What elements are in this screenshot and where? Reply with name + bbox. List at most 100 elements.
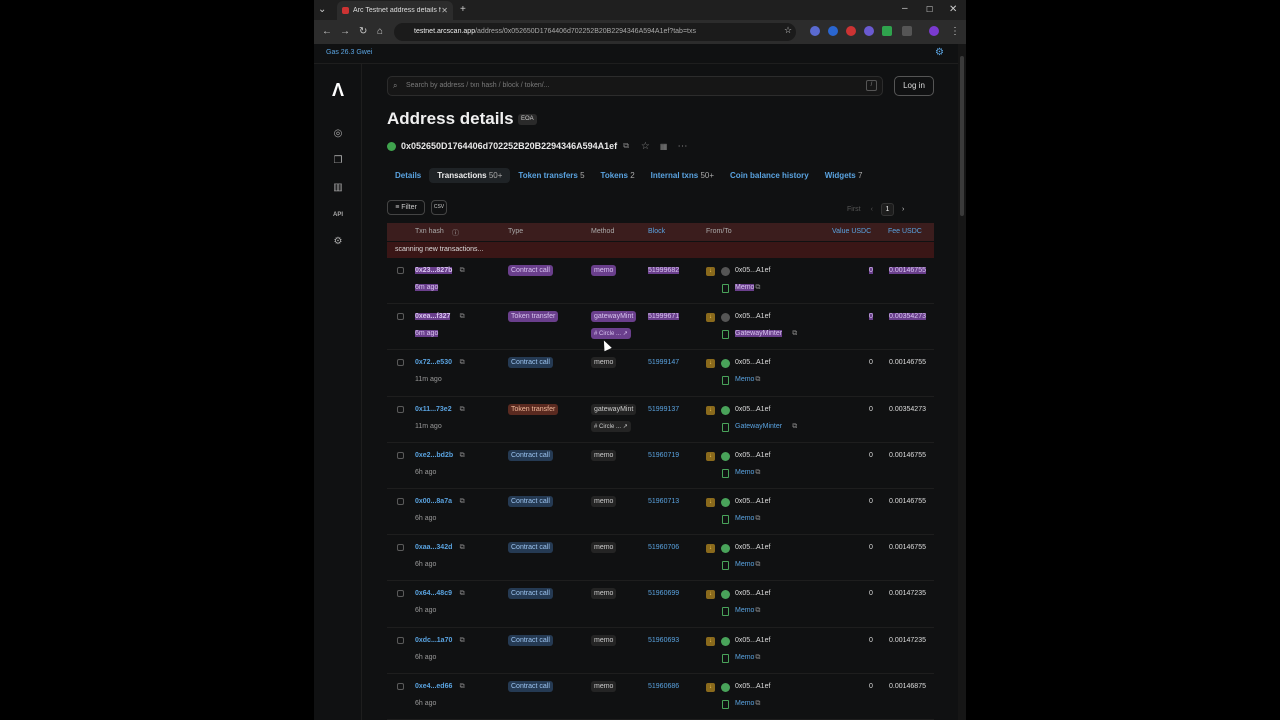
col-block[interactable]: Block: [648, 228, 665, 235]
to-contract-link[interactable]: Memo: [735, 700, 754, 707]
block-link[interactable]: 51960713: [648, 498, 679, 505]
block-link[interactable]: 51960699: [648, 590, 679, 597]
scrollbar[interactable]: [958, 44, 966, 720]
block-link[interactable]: 51960693: [648, 637, 679, 644]
copy-icon[interactable]: ⧉: [460, 267, 465, 275]
watchlist-star-icon[interactable]: ☆: [641, 141, 650, 152]
txn-hash-link[interactable]: 0x11...73e2: [415, 406, 452, 413]
to-contract-link[interactable]: Memo: [735, 469, 754, 476]
extension-icon[interactable]: [828, 26, 838, 36]
txn-hash-link[interactable]: 0xdc...1a70: [415, 637, 452, 644]
tab-search-icon[interactable]: ⌄: [318, 5, 326, 15]
from-address[interactable]: 0x05...A1ef: [735, 498, 770, 505]
from-address[interactable]: 0x05...A1ef: [735, 683, 770, 690]
login-button[interactable]: Log in: [894, 76, 934, 96]
copy-icon[interactable]: ⧉: [460, 683, 465, 691]
extension-icon[interactable]: [864, 26, 874, 36]
home-icon[interactable]: ⌂: [377, 26, 383, 37]
close-window-icon[interactable]: ✕: [949, 5, 957, 15]
to-contract-link[interactable]: GatewayMinter: [735, 423, 782, 430]
token-circle-link[interactable]: # Circle ... ↗: [591, 420, 631, 432]
from-address[interactable]: 0x05...A1ef: [735, 313, 770, 320]
copy-icon[interactable]: ⧉: [755, 515, 760, 523]
current-page[interactable]: 1: [880, 203, 894, 216]
row-checkbox[interactable]: [397, 544, 404, 552]
filter-button[interactable]: ≡ Filter: [387, 200, 425, 215]
txn-hash-link[interactable]: 0x00...8a7a: [415, 498, 452, 505]
txn-hash-link[interactable]: 0x72...e530: [415, 359, 452, 366]
token-circle-link[interactable]: # Circle ... ↗: [591, 328, 631, 340]
charts-icon[interactable]: ▥: [332, 182, 344, 194]
block-link[interactable]: 51960719: [648, 452, 679, 459]
row-checkbox[interactable]: [397, 405, 404, 413]
extension-icon[interactable]: [882, 26, 892, 36]
txn-hash-link[interactable]: 0xe2...bd2b: [415, 452, 453, 459]
col-value[interactable]: Value USDC: [832, 228, 871, 235]
browser-menu-icon[interactable]: ⋮: [950, 26, 960, 37]
col-fee[interactable]: Fee USDC: [888, 228, 922, 235]
more-options-icon[interactable]: ⋯: [677, 141, 687, 152]
copy-icon[interactable]: ⧉: [460, 359, 465, 367]
from-address[interactable]: 0x05...A1ef: [735, 452, 770, 459]
tab-widgets[interactable]: Widgets 7: [817, 168, 871, 183]
first-page-button[interactable]: First: [847, 206, 861, 213]
block-link[interactable]: 51999147: [648, 359, 679, 366]
copy-icon[interactable]: ⧉: [460, 544, 465, 552]
tab-coin-balance-history[interactable]: Coin balance history: [722, 168, 817, 183]
row-checkbox[interactable]: [397, 497, 404, 505]
other-gear-icon[interactable]: ⚙: [332, 236, 344, 248]
block-link[interactable]: 51999137: [648, 406, 679, 413]
new-tab-icon[interactable]: +: [460, 5, 466, 15]
close-tab-icon[interactable]: ✕: [441, 6, 448, 15]
row-checkbox[interactable]: [397, 590, 404, 598]
tab-token-transfers[interactable]: Token transfers 5: [510, 168, 592, 183]
tokens-icon[interactable]: ❐: [332, 155, 344, 167]
profile-avatar[interactable]: [929, 26, 939, 36]
next-page-icon[interactable]: ›: [902, 206, 904, 213]
txn-hash-link[interactable]: 0xea...f327: [415, 313, 451, 321]
copy-icon[interactable]: ⧉: [460, 498, 465, 506]
forward-icon[interactable]: →: [340, 26, 350, 37]
tab-tokens[interactable]: Tokens 2: [593, 168, 643, 183]
from-address[interactable]: 0x05...A1ef: [735, 637, 770, 644]
to-contract-link[interactable]: Memo: [735, 607, 754, 614]
arcscan-logo[interactable]: Λ: [329, 80, 347, 100]
api-icon[interactable]: API: [332, 209, 344, 221]
row-checkbox[interactable]: [397, 313, 404, 321]
copy-icon[interactable]: ⧉: [460, 637, 465, 645]
copy-icon[interactable]: ⧉: [792, 423, 797, 431]
scrollbar-thumb[interactable]: [960, 56, 964, 216]
tab-internal-txns[interactable]: Internal txns 50+: [643, 168, 722, 183]
minimize-icon[interactable]: –: [902, 4, 908, 14]
info-icon[interactable]: ⓘ: [452, 228, 459, 238]
copy-icon[interactable]: ⧉: [755, 469, 760, 477]
to-contract-link[interactable]: Memo: [735, 654, 754, 661]
copy-icon[interactable]: ⧉: [755, 561, 760, 569]
copy-icon[interactable]: ⧉: [755, 654, 760, 662]
extensions-puzzle-icon[interactable]: [902, 26, 912, 36]
blockchain-globe-icon[interactable]: ◎: [332, 128, 344, 140]
txn-hash-link[interactable]: 0x64...48c9: [415, 590, 452, 597]
copy-icon[interactable]: ⧉: [460, 313, 465, 321]
reload-icon[interactable]: ↻: [359, 26, 367, 37]
from-address[interactable]: 0x05...A1ef: [735, 406, 770, 413]
to-contract-link[interactable]: Memo: [735, 561, 754, 568]
prev-page-icon[interactable]: ‹: [871, 206, 873, 213]
address-bar[interactable]: testnet.arcscan.app/address/0x052650D176…: [394, 23, 796, 41]
search-input[interactable]: ⌕ Search by address / txn hash / block /…: [387, 76, 883, 96]
copy-icon[interactable]: ⧉: [755, 284, 760, 292]
txn-hash-link[interactable]: 0x23...827b: [415, 267, 453, 274]
copy-icon[interactable]: ⧉: [460, 452, 465, 460]
row-checkbox[interactable]: [397, 267, 404, 274]
from-address[interactable]: 0x05...A1ef: [735, 267, 770, 274]
bookmark-star-icon[interactable]: ☆: [784, 25, 792, 36]
block-link[interactable]: 51999671: [648, 313, 680, 321]
to-contract-link[interactable]: Memo: [735, 284, 755, 291]
copy-icon[interactable]: ⧉: [623, 141, 629, 151]
qr-code-icon[interactable]: ▦: [660, 142, 668, 151]
copy-icon[interactable]: ⧉: [755, 376, 760, 384]
copy-icon[interactable]: ⧉: [755, 607, 760, 615]
copy-icon[interactable]: ⧉: [755, 700, 760, 708]
extension-icon[interactable]: [810, 26, 820, 36]
csv-download-button[interactable]: CSV: [431, 200, 447, 215]
